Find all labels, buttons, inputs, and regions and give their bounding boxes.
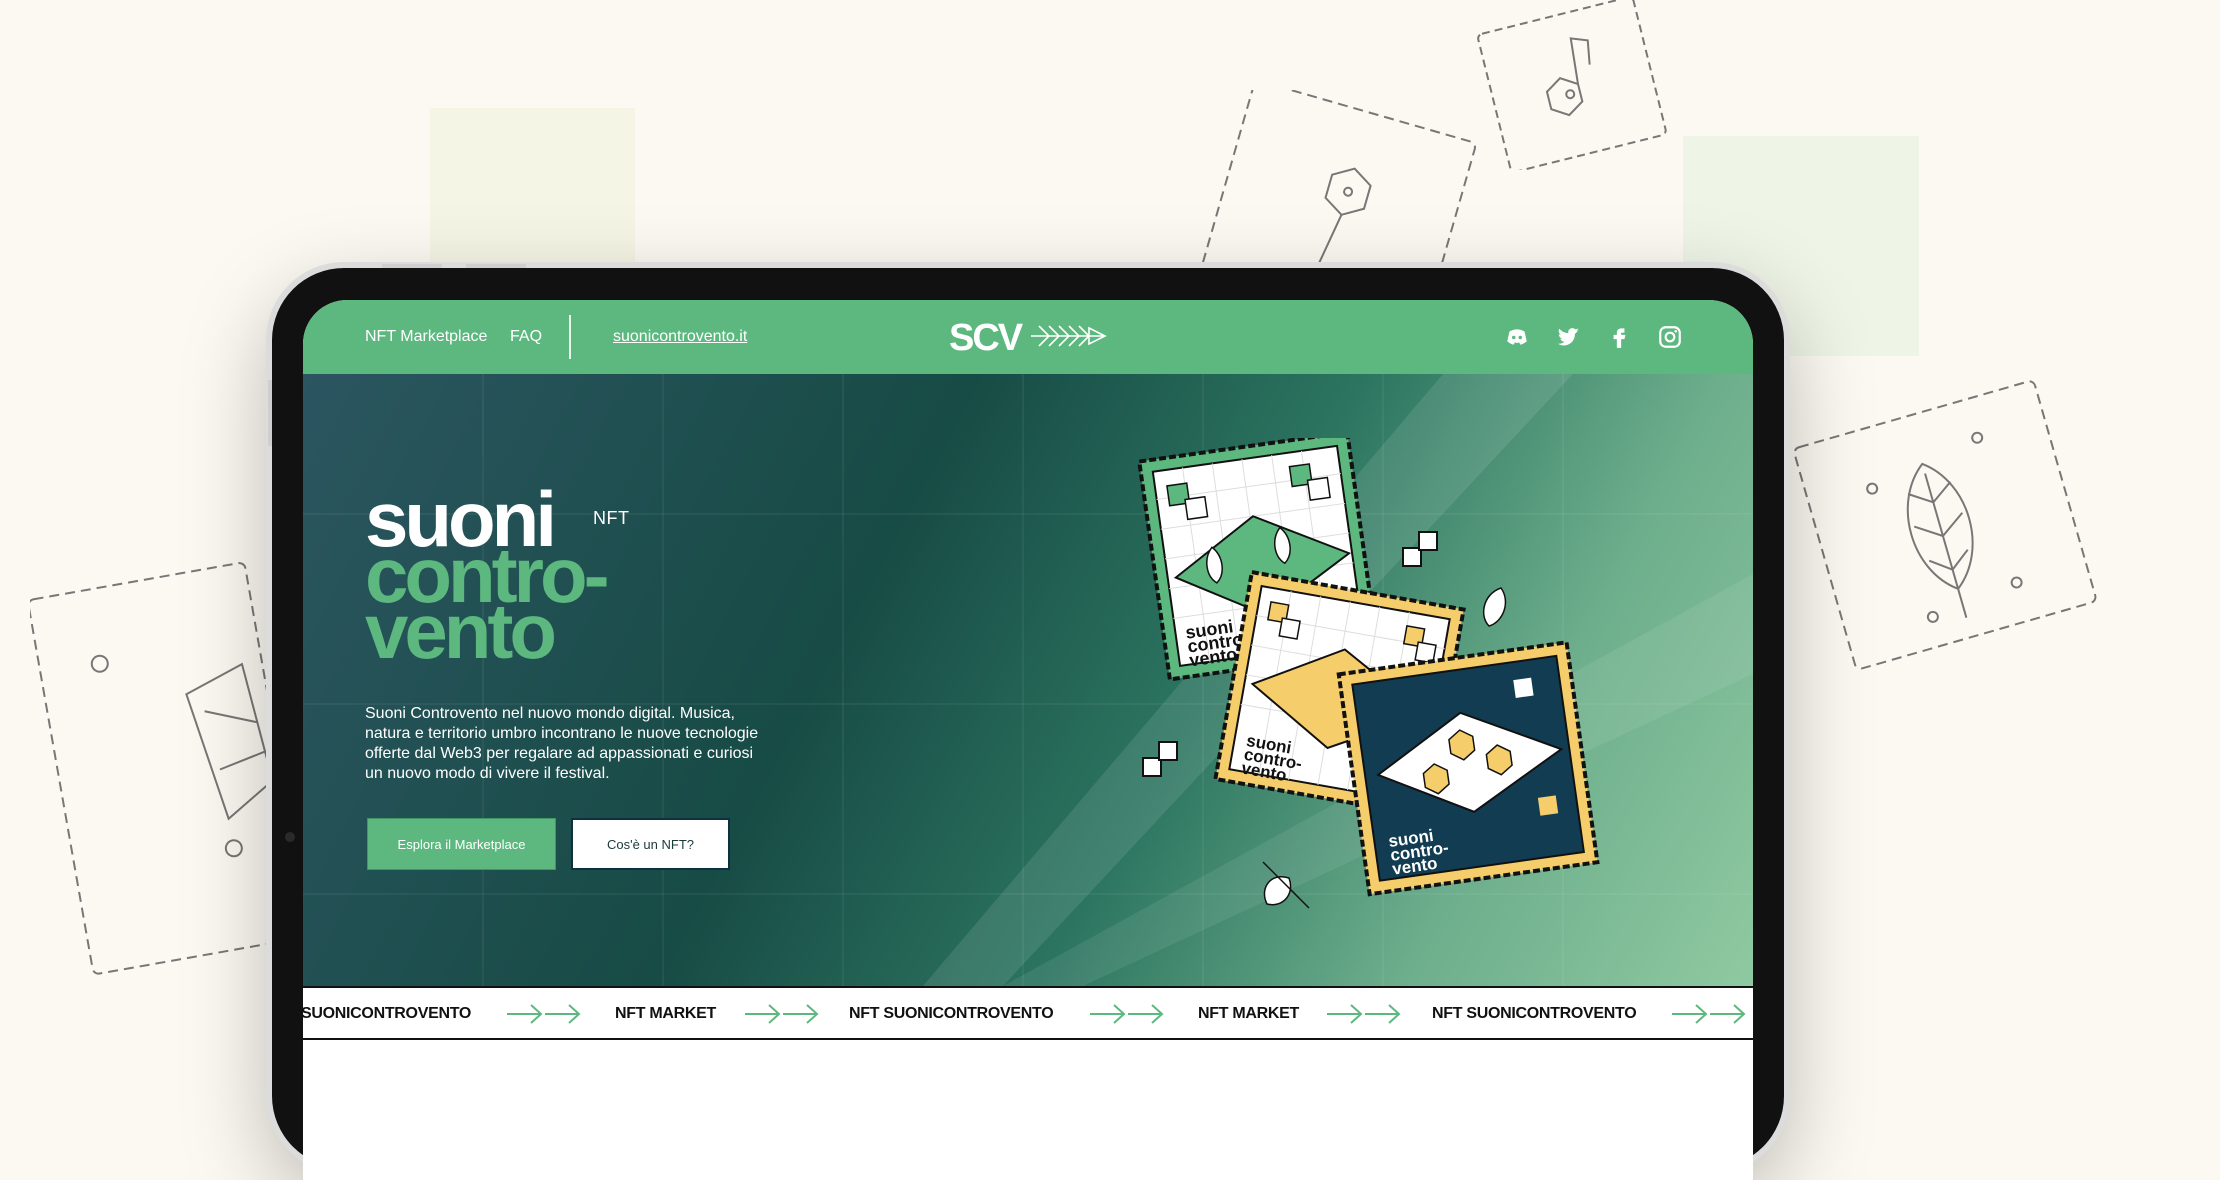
outline-stamp-leaf-decoration [1793, 380, 2097, 670]
background-square [430, 108, 635, 278]
outline-stamp-left-decoration [30, 562, 290, 975]
hero-description: Suoni Controvento nel nuovo mondo digita… [365, 705, 759, 782]
double-arrow-icon [1672, 1004, 1746, 1024]
tablet-camera [285, 832, 295, 842]
nav-divider [569, 315, 571, 359]
top-navigation: NFT Marketplace FAQ suonicontrovento.it … [303, 300, 1753, 374]
ticker-item: NFT SUONICONTROVENTO [849, 1005, 1054, 1022]
tablet-device: NFT Marketplace FAQ suonicontrovento.it … [268, 264, 1784, 1180]
hero-title-vento: vento [365, 587, 557, 675]
double-arrow-icon [507, 1004, 581, 1024]
ticker-item: NFT MARKET [615, 1005, 716, 1022]
explore-marketplace-button[interactable]: Esplora il Marketplace [367, 818, 556, 870]
logo-text: SCV [949, 317, 1024, 358]
hero-section: suoni NFT contro- vento Suoni Controvent… [303, 374, 1753, 986]
website-screen: NFT Marketplace FAQ suonicontrovento.it … [303, 300, 1753, 1180]
ticker-item: SUONICONTROVENTO [303, 1005, 472, 1022]
scv-logo[interactable]: SCV [949, 314, 1109, 358]
ticker-item: NFT SUONICONTROVENTO [1432, 1005, 1637, 1022]
double-arrow-icon [1090, 1004, 1164, 1024]
hero-title-nft-label: NFT [593, 508, 630, 528]
what-is-nft-button[interactable]: Cos'è un NFT? [571, 818, 730, 870]
nav-link-nft-marketplace[interactable]: NFT Marketplace [365, 328, 487, 346]
tablet-side-button [268, 380, 272, 446]
outline-stamp-note-decoration [1477, 0, 1667, 170]
nav-link-website[interactable]: suonicontrovento.it [613, 328, 747, 346]
discord-icon[interactable] [1504, 324, 1530, 350]
double-arrow-icon [1327, 1004, 1401, 1024]
marquee-ticker: SUONICONTROVENTO NFT MARKET NFT SUONICON… [303, 986, 1753, 1040]
stamp-navy: suoni contro- vento [1336, 640, 1600, 897]
double-arrow-icon [745, 1004, 819, 1024]
nft-stamps-illustration: suoni contro- vento suoni contro- vento … [1137, 438, 1600, 909]
instagram-icon[interactable] [1657, 324, 1683, 350]
tablet-volume-button [382, 264, 442, 268]
facebook-icon[interactable] [1606, 324, 1632, 350]
tablet-volume-button [466, 264, 526, 268]
twitter-icon[interactable] [1555, 324, 1581, 350]
nav-link-faq[interactable]: FAQ [510, 328, 542, 346]
ticker-item: NFT MARKET [1198, 1005, 1299, 1022]
outline-stamp-hexagon-decoration [1200, 90, 1476, 280]
